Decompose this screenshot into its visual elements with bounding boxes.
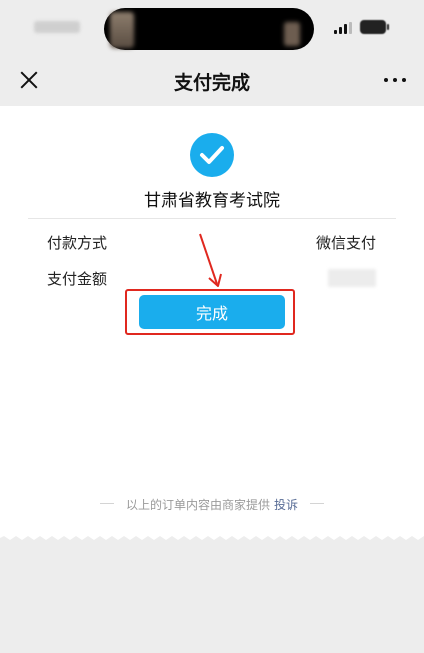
- check-icon: [190, 133, 234, 177]
- footer: 以上的订单内容由商家提供 投诉: [0, 494, 424, 513]
- footer-text: 以上的订单内容由商家提供: [125, 498, 270, 512]
- signal-icon: [334, 22, 352, 34]
- divider: [28, 218, 396, 219]
- complaint-link[interactable]: 投诉: [274, 498, 298, 512]
- payment-method-label: 付款方式: [47, 234, 108, 252]
- payment-method-value: 微信支付: [315, 234, 376, 252]
- dynamic-island: [104, 8, 314, 50]
- redacted-area: [110, 12, 134, 48]
- merchant-name: 甘肃省教育考试院: [144, 191, 280, 211]
- page-title: 支付完成: [173, 72, 250, 94]
- footer-divider-right: [310, 503, 325, 504]
- footer-divider-left: [99, 503, 114, 504]
- annotation-arrow: [199, 233, 222, 287]
- card-zigzag-edge: [0, 530, 424, 540]
- battery-icon: [360, 20, 389, 34]
- payment-amount-value-redacted: [328, 269, 376, 287]
- nav-bar: 支付完成: [0, 56, 424, 106]
- status-time-redacted: [34, 21, 80, 33]
- more-icon[interactable]: [384, 78, 408, 84]
- done-button[interactable]: 完成: [139, 295, 285, 329]
- payment-amount-label: 支付金额: [47, 270, 108, 288]
- redacted-area: [284, 22, 300, 46]
- status-bar: [0, 0, 424, 56]
- payment-result-card: 甘肃省教育考试院 付款方式 微信支付 支付金额 完成 以上的订单内容由商家提供投…: [0, 106, 424, 536]
